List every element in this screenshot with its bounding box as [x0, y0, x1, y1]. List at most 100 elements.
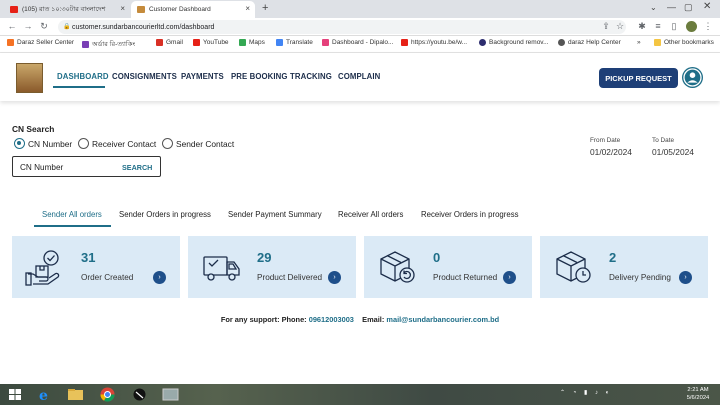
bookmarks-bar: Daraz Seller Center অর্ডার রি-ত্যাকিং Gm…	[0, 36, 720, 53]
app-icon[interactable]	[127, 386, 152, 403]
nav-tracking[interactable]: TRACKING	[290, 72, 332, 81]
other-bookmarks[interactable]: Other bookmarks	[654, 39, 714, 46]
windows-start-icon[interactable]	[3, 386, 28, 403]
chrome-icon[interactable]	[95, 386, 120, 403]
from-date-value[interactable]: 01/02/2024	[590, 147, 632, 157]
close-icon[interactable]: ×	[120, 4, 125, 13]
bookmark-item[interactable]: Dashboard - Dipalo...	[322, 39, 393, 46]
stat-card-product-delivered: 29 Product Delivered ›	[188, 236, 356, 298]
gmail-icon	[156, 39, 163, 46]
radio-cn-number-label[interactable]: CN Number	[28, 139, 72, 149]
bookmark-item[interactable]: Gmail	[156, 39, 183, 46]
returned-box-icon	[380, 251, 415, 283]
nav-payments[interactable]: PAYMENTS	[181, 72, 224, 81]
cn-search-input[interactable]: CN Number SEARCH	[12, 156, 161, 177]
bookmark-item[interactable]: Translate	[276, 39, 313, 46]
order-created-count: 31	[81, 250, 96, 265]
radio-receiver-contact[interactable]	[78, 138, 89, 149]
browser-tab-bar: (105) রাত ১০:৩০টার বাংলাদেশ × Customer D…	[0, 0, 720, 18]
new-tab-icon[interactable]: +	[262, 2, 268, 14]
more-bookmarks-icon[interactable]: »	[637, 39, 641, 46]
url-input[interactable]: 🔒 customer.sundarbancourierltd.com/dashb…	[58, 20, 626, 34]
chevron-right-icon[interactable]: ›	[679, 271, 692, 284]
browser-tab-youtube[interactable]: (105) রাত ১০:৩০টার বাংলাদেশ ×	[4, 1, 130, 18]
tab-sender-all-orders[interactable]: Sender All orders	[42, 210, 102, 219]
product-delivered-label: Product Delivered	[257, 273, 323, 282]
stat-card-order-created: 31 Order Created ›	[12, 236, 180, 298]
tab-receiver-orders-in-progress[interactable]: Receiver Orders in progress	[421, 210, 519, 219]
radio-receiver-contact-label[interactable]: Receiver Contact	[92, 139, 156, 149]
support-phone-link[interactable]: 09612003003	[309, 315, 354, 324]
to-date-value[interactable]: 01/05/2024	[652, 147, 694, 157]
nav-dashboard[interactable]: DASHBOARD	[57, 72, 109, 81]
internet-explorer-icon[interactable]: e	[32, 386, 57, 404]
order-created-label: Order Created	[81, 273, 134, 282]
from-date-label: From Date	[590, 137, 621, 144]
bookmark-item[interactable]: Daraz Seller Center	[7, 39, 74, 46]
bookmark-item[interactable]: Maps	[239, 39, 265, 46]
site-favicon-icon	[137, 6, 145, 13]
tab-sender-payment-summary[interactable]: Sender Payment Summary	[228, 210, 322, 219]
radio-cn-number[interactable]	[14, 138, 25, 149]
forward-arrow-icon[interactable]: →	[22, 21, 34, 31]
star-icon[interactable]: ☆	[614, 21, 626, 32]
close-icon[interactable]: ×	[245, 4, 250, 13]
sundarban-logo[interactable]	[16, 63, 43, 93]
tab-receiver-all-orders[interactable]: Receiver All orders	[338, 210, 403, 219]
browser-tab-dashboard[interactable]: Customer Dashboard ×	[131, 1, 255, 18]
user-avatar-icon[interactable]	[682, 67, 703, 88]
tab-sender-orders-in-progress[interactable]: Sender Orders in progress	[119, 210, 211, 219]
extensions-icon[interactable]: ✱	[636, 21, 648, 32]
translate-icon	[276, 39, 283, 46]
reload-icon[interactable]: ↻	[38, 21, 50, 32]
bookmark-item[interactable]: Background remov...	[479, 39, 549, 46]
bookmark-item[interactable]: অর্ডার রি-ত্যাকিং	[82, 39, 135, 50]
windows-taskbar: e ⌃ ◔ ▮ ♪ ◐ 2:21 AM 5/6/2024	[0, 384, 720, 405]
maps-icon	[239, 39, 246, 46]
back-arrow-icon[interactable]: ←	[6, 21, 18, 31]
nav-complain[interactable]: COMPLAIN	[338, 72, 380, 81]
pending-box-icon	[556, 251, 591, 283]
menu-dots-icon[interactable]: ⋮	[702, 21, 714, 32]
order-created-icon	[25, 250, 60, 286]
tab-active-underline	[34, 225, 111, 227]
support-phone-label: For any support: Phone:	[220, 315, 307, 324]
nav-pre-booking[interactable]: PRE BOOKING	[231, 72, 288, 81]
radio-sender-contact-label[interactable]: Sender Contact	[176, 139, 234, 149]
reading-list-icon[interactable]: ≡	[652, 21, 664, 31]
radio-sender-contact[interactable]	[162, 138, 173, 149]
chevron-down-icon[interactable]: ⌄	[650, 3, 657, 12]
chevron-right-icon[interactable]: ›	[328, 271, 341, 284]
system-tray-icons[interactable]: ⌃ ◔ ▮ ♪ ◐	[560, 389, 612, 396]
chevron-right-icon[interactable]: ›	[153, 271, 166, 284]
chevron-right-icon[interactable]: ›	[503, 271, 516, 284]
folder-icon	[654, 39, 661, 46]
stat-card-delivery-pending: 2 Delivery Pending ›	[540, 236, 708, 298]
minimize-icon[interactable]: —	[667, 2, 676, 12]
svg-text:e: e	[39, 388, 48, 403]
bookmark-item[interactable]: daraz Help Center	[558, 39, 621, 46]
window-close-icon[interactable]: ✕	[703, 1, 711, 12]
support-line: For any support: Phone: 09612003003 Emai…	[0, 315, 720, 324]
file-explorer-icon[interactable]	[63, 386, 88, 403]
search-button[interactable]: SEARCH	[122, 163, 152, 172]
taskbar-clock[interactable]: 2:21 AM 5/6/2024	[679, 386, 717, 402]
bookmark-item[interactable]: YouTube	[193, 39, 229, 46]
bookmark-favicon-icon	[479, 39, 486, 46]
profile-avatar[interactable]	[686, 21, 697, 32]
maximize-icon[interactable]: ▢	[684, 2, 693, 13]
address-bar-row: ← → ↻ 🔒 customer.sundarbancourierltd.com…	[0, 18, 720, 36]
app-icon[interactable]	[158, 386, 183, 403]
bookmark-favicon-icon	[322, 39, 329, 46]
support-email-link[interactable]: mail@sundarbancourier.com.bd	[386, 315, 499, 324]
bookmark-item[interactable]: https://youtu.be/w...	[401, 39, 467, 46]
delivery-pending-count: 2	[609, 250, 617, 265]
daraz-icon	[7, 39, 14, 46]
nav-consignments[interactable]: CONSIGNMENTS	[112, 72, 177, 81]
site-header: DASHBOARD CONSIGNMENTS PAYMENTS PRE BOOK…	[0, 53, 720, 101]
delivery-pending-label: Delivery Pending	[609, 273, 671, 282]
youtube-icon	[10, 6, 18, 13]
pickup-request-button[interactable]: PICKUP REQUEST	[599, 68, 678, 88]
share-icon[interactable]: ⇪	[600, 21, 612, 32]
side-panel-icon[interactable]: ▯	[668, 21, 680, 32]
